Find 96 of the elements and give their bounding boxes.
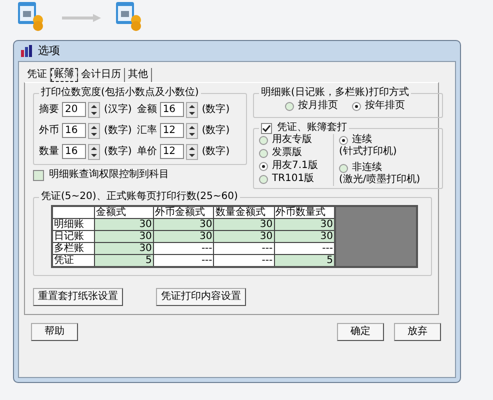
field-label: 外币 <box>39 124 60 136</box>
down-arrow-icon <box>188 132 195 136</box>
number-field[interactable]: 16 <box>160 102 184 117</box>
checkbox[interactable] <box>261 122 272 134</box>
spin-button[interactable] <box>88 122 100 138</box>
group-title: 明细账(日记账，多栏账)打印方式 <box>260 87 410 99</box>
radio-button[interactable] <box>352 102 361 110</box>
field-label: 数量 <box>39 146 60 158</box>
radio-label: 按月排页 <box>298 100 338 112</box>
down-arrow-icon <box>188 112 195 114</box>
table-cell[interactable]: 30 <box>94 242 154 254</box>
radio-button[interactable] <box>339 164 348 172</box>
spin-button[interactable] <box>186 102 198 118</box>
up-arrow-icon <box>91 146 97 150</box>
help-button[interactable]: 帮助 <box>31 323 78 341</box>
radio-button[interactable] <box>259 136 268 144</box>
row-header: 多栏账 <box>52 242 95 254</box>
table-cell: --- <box>274 242 335 254</box>
spin-button[interactable] <box>186 144 198 160</box>
radio-label: 用友专版 <box>272 134 312 146</box>
radio-button[interactable] <box>259 174 268 184</box>
voucher-content-button[interactable]: 凭证打印内容设置 <box>156 288 246 306</box>
column-header: 外币数量式 <box>274 206 335 218</box>
field-label: 汇率 <box>136 124 158 136</box>
table-cell: --- <box>214 242 274 254</box>
group-title: 打印位数宽度(包括小数点及小数位) <box>40 87 200 99</box>
column-header: 数量金额式 <box>214 206 274 218</box>
radio-label: 按年排页 <box>365 100 405 112</box>
table-cell[interactable]: 30 <box>153 218 214 230</box>
unit-label: (数字) <box>104 124 132 136</box>
table-cell[interactable]: 30 <box>274 230 335 242</box>
field-label: 金额 <box>136 104 158 116</box>
table-cell[interactable]: 5 <box>274 254 335 267</box>
unit-label: (汉字) <box>104 104 132 116</box>
radio-button[interactable] <box>285 102 294 110</box>
radio-note: (针式打印机) <box>339 146 398 158</box>
number-field[interactable]: 16 <box>62 123 86 138</box>
reset-paper-button[interactable]: 重置套打纸张设置 <box>33 288 123 306</box>
app-icon <box>20 44 34 58</box>
number-field[interactable]: 20 <box>62 102 86 117</box>
radio-button[interactable] <box>339 136 348 144</box>
down-arrow-icon <box>91 112 97 114</box>
up-arrow-icon <box>91 104 97 108</box>
radio-button[interactable] <box>259 148 268 158</box>
spin-button[interactable] <box>88 102 100 118</box>
table-cell: --- <box>153 254 214 267</box>
table-cell: --- <box>214 254 274 267</box>
cancel-button[interactable]: 放弃 <box>394 323 441 341</box>
table-cell[interactable]: 30 <box>153 230 214 242</box>
unit-label: (数字) <box>104 146 132 158</box>
radio-note: (激光/喷墨打印机) <box>339 174 420 186</box>
column-header: 金额式 <box>94 206 154 218</box>
field-label: 摘要 <box>39 104 60 116</box>
radio-label: 非连续 <box>352 162 382 174</box>
tab[interactable]: 会计日历 <box>78 68 125 82</box>
table-cell[interactable]: 30 <box>214 230 274 242</box>
up-arrow-icon <box>91 126 97 128</box>
row-header: 明细账 <box>52 218 95 230</box>
row-header: 日记账 <box>52 230 95 242</box>
tab[interactable]: 账簿 <box>51 68 78 82</box>
spin-button[interactable] <box>88 144 100 160</box>
checkbox-label: 明细账查询权限控制到科目 <box>49 169 169 181</box>
down-arrow-icon <box>188 154 195 156</box>
up-arrow-icon <box>188 146 195 150</box>
radio-label: TR101版 <box>272 173 314 185</box>
radio-button[interactable] <box>259 162 268 170</box>
group-title: 凭证(5~20)、正式账每页打印行数(25~60) <box>40 191 239 203</box>
checkbox-label: 凭证、账簿套打 <box>277 122 347 134</box>
unit-label: (数字) <box>202 124 230 136</box>
table-cell[interactable]: 30 <box>274 218 335 230</box>
column-header: 外币金额式 <box>153 206 214 218</box>
table-cell[interactable]: 30 <box>94 218 154 230</box>
unit-label: (数字) <box>202 104 230 116</box>
tab[interactable]: 其他 <box>125 68 152 82</box>
down-arrow-icon <box>91 132 97 136</box>
number-field[interactable]: 12 <box>160 123 184 138</box>
arrow-icon <box>62 14 102 22</box>
radio-label: 发票版 <box>272 147 302 159</box>
table-cell[interactable]: 5 <box>94 254 154 267</box>
number-field[interactable]: 12 <box>160 144 184 159</box>
row-header: 凭证 <box>52 254 95 267</box>
number-field[interactable]: 16 <box>62 144 86 159</box>
radio-label: 连续 <box>352 134 372 146</box>
ok-button[interactable]: 确定 <box>337 323 384 341</box>
radio-label: 用友7.1版 <box>272 160 318 172</box>
down-arrow-icon <box>91 154 97 156</box>
field-label: 单价 <box>136 146 158 158</box>
spin-button[interactable] <box>186 122 198 138</box>
table-cell[interactable]: 30 <box>214 218 274 230</box>
up-arrow-icon <box>188 126 195 128</box>
unit-label: (数字) <box>202 146 230 158</box>
table-cell[interactable]: 30 <box>94 230 154 242</box>
checkbox[interactable] <box>33 170 44 180</box>
table-cell: --- <box>153 242 214 254</box>
up-arrow-icon <box>188 104 195 108</box>
window-title: 选项 <box>38 45 60 57</box>
